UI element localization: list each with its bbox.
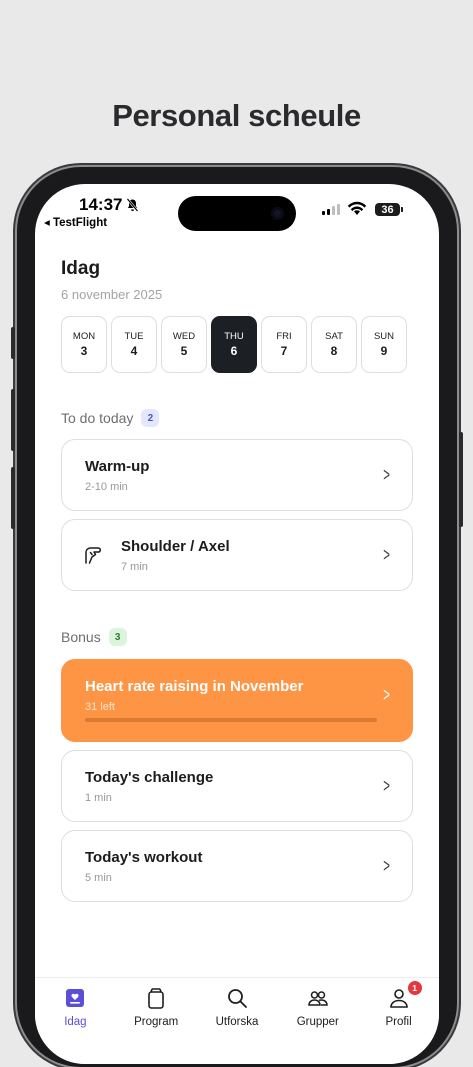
battery-icon: 36 <box>375 203 403 216</box>
todo-item-shoulder[interactable]: Shoulder / Axel 7 min > <box>61 519 413 591</box>
todo-item-warmup[interactable]: Warm-up 2-10 min > <box>61 439 413 511</box>
card-title: Today's challenge <box>85 769 214 786</box>
bell-muted-icon <box>127 198 139 212</box>
day-mon[interactable]: MON 3 <box>61 316 107 373</box>
back-to-testflight-link[interactable]: ◂ TestFlight <box>44 215 107 229</box>
card-title: Warm-up <box>85 458 150 475</box>
tab-program[interactable]: Program <box>121 978 191 1064</box>
day-fri[interactable]: FRI 7 <box>261 316 307 373</box>
day-label: SUN <box>373 331 395 342</box>
chevron-right-icon: > <box>383 776 390 797</box>
challenge-progress-bar <box>85 718 377 722</box>
search-icon <box>228 989 247 1008</box>
card-title: Shoulder / Axel <box>121 538 230 555</box>
volume-down-button <box>11 467 15 529</box>
page-title: Idag <box>61 258 101 279</box>
program-icon <box>148 988 164 1009</box>
todo-section-label: To do today <box>61 410 134 426</box>
notification-badge: 1 <box>406 980 423 996</box>
card-duration: 1 min <box>85 792 112 804</box>
main-content: Idag 6 november 2025 MON 3 TUE 4 WED 5 THU 6… <box>61 258 413 902</box>
day-sun[interactable]: SUN 9 <box>361 316 407 373</box>
day-thu[interactable]: THU 6 <box>211 316 257 373</box>
card-duration: 2-10 min <box>85 481 128 493</box>
tab-grupper[interactable]: Grupper <box>283 978 353 1064</box>
todo-section-header: To do today 2 <box>61 409 413 427</box>
mute-switch <box>11 327 15 359</box>
tab-label: Utforska <box>215 1016 259 1028</box>
dynamic-island <box>178 196 296 231</box>
page-headline: Personal scheule <box>112 98 361 133</box>
battery-level: 36 <box>381 203 394 216</box>
card-title: Today's workout <box>85 849 203 866</box>
tab-label: Profil <box>385 1016 412 1028</box>
volume-up-button <box>11 389 15 451</box>
bonus-item-challenge[interactable]: Today's challenge 1 min > <box>61 750 413 822</box>
tab-idag[interactable]: Idag <box>40 978 110 1064</box>
day-wed[interactable]: WED 5 <box>161 316 207 373</box>
day-number: 8 <box>330 344 338 358</box>
wifi-icon <box>347 201 367 215</box>
day-sat[interactable]: SAT 8 <box>311 316 357 373</box>
shoulder-icon <box>85 547 102 564</box>
bonus-count-badge: 3 <box>108 628 127 646</box>
chevron-right-icon: > <box>383 545 390 566</box>
chevron-right-icon: > <box>383 685 390 706</box>
card-title: Heart rate raising in November <box>85 678 304 695</box>
day-number: 4 <box>130 344 138 358</box>
tab-profil[interactable]: 1 Profil <box>364 978 434 1064</box>
bonus-section-header: Bonus 3 <box>61 628 413 646</box>
today-icon <box>66 989 85 1007</box>
day-label: THU <box>224 331 244 342</box>
card-duration: 5 min <box>85 872 112 884</box>
day-label: FRI <box>276 331 292 342</box>
phone-frame: 14:37 ◂ TestFlight 36 Idag 6 november 20… <box>11 167 463 1067</box>
week-selector: MON 3 TUE 4 WED 5 THU 6 FRI 7 SAT 8 SUN 9 <box>61 316 413 373</box>
tab-label: Grupper <box>296 1016 339 1028</box>
todo-count-badge: 2 <box>141 409 160 427</box>
day-label: SAT <box>325 331 343 342</box>
tab-label: Idag <box>64 1016 87 1028</box>
tab-bar: Idag Program Utforska Grupper 1 Profil <box>35 977 439 1064</box>
chevron-right-icon: > <box>383 856 390 877</box>
app-screen: 14:37 ◂ TestFlight 36 Idag 6 november 20… <box>35 184 439 1064</box>
card-remaining: 31 left <box>85 701 115 713</box>
day-number: 7 <box>280 344 288 358</box>
tab-utforska[interactable]: Utforska <box>202 978 272 1064</box>
status-time: 14:37 <box>79 195 139 215</box>
day-tue[interactable]: TUE 4 <box>111 316 157 373</box>
power-button <box>459 432 463 527</box>
cellular-signal-icon <box>322 204 340 215</box>
bonus-item-heart-rate[interactable]: Heart rate raising in November 31 left > <box>61 659 413 742</box>
page-date: 6 november 2025 <box>61 287 163 302</box>
bonus-section-label: Bonus <box>61 629 101 645</box>
day-number: 3 <box>80 344 88 358</box>
bonus-item-workout[interactable]: Today's workout 5 min > <box>61 830 413 902</box>
tab-label: Program <box>134 1016 179 1028</box>
chevron-right-icon: > <box>383 465 390 486</box>
groups-icon <box>308 991 328 1006</box>
day-label: TUE <box>124 331 144 342</box>
day-number: 5 <box>180 344 188 358</box>
day-number: 9 <box>380 344 388 358</box>
day-label: MON <box>72 331 96 342</box>
day-number: 6 <box>230 344 238 358</box>
day-label: WED <box>172 331 196 342</box>
card-duration: 7 min <box>121 561 148 573</box>
